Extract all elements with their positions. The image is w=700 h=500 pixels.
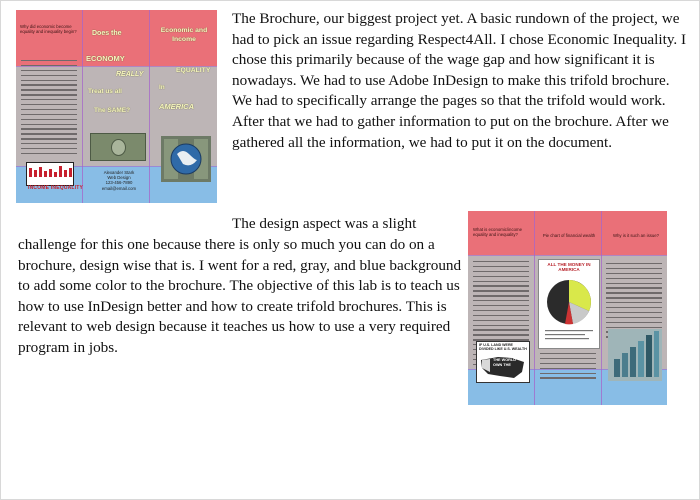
outside-panel1-title: Why did economic become equality and ine…	[20, 24, 77, 35]
brochure-inside-image: What is economic/income equality and ine…	[468, 211, 667, 405]
outside-contact: Alexander Stark Web Design 123-456-7890 …	[101, 170, 137, 191]
intro-paragraph: The Brochure, our biggest project yet. A…	[232, 10, 687, 151]
outside-word-2: ECONOMY	[86, 54, 125, 63]
money-globe-image	[161, 130, 211, 184]
bar-graph-image	[608, 329, 662, 381]
income-inequality-label: INCOME INEQUALITY	[28, 185, 84, 191]
inside-panel3-title: Why is it such an issue?	[612, 233, 660, 238]
outside-word-7: In	[159, 84, 165, 91]
outside-word-4: Treat us all	[88, 88, 122, 95]
inside-panel1-title: What is economic/income equality and ine…	[473, 227, 522, 238]
outside-panel1-text	[21, 60, 77, 158]
outside-panel3-title: Economic and Income	[160, 27, 208, 43]
land-map-graphic: IF U.S. LAND WERE DIVIDED LIKE U.S. WEAL…	[476, 341, 530, 383]
dollar-bill-image	[90, 133, 146, 161]
outside-word-8: AMERICA	[159, 102, 194, 111]
inside-panel2-title: Pie chart of financial wealth	[542, 233, 596, 238]
design-paragraph: challenge for this one because there is …	[18, 236, 462, 356]
brochure-outside-image: Why did economic become equality and ine…	[16, 10, 217, 203]
design-paragraph-first-line: The design aspect was a slight	[232, 215, 417, 232]
wealth-pie-chart-graphic: ALL THE MONEY IN AMERICA	[538, 259, 600, 349]
outside-word-1: Does the	[92, 30, 122, 37]
outside-word-5: The SAME?	[94, 107, 131, 114]
inside-panel2-text	[540, 353, 596, 382]
outside-word-3: REALLY	[116, 71, 144, 78]
outside-word-6: EQUALITY	[176, 67, 211, 74]
income-inequality-logo	[26, 162, 74, 186]
